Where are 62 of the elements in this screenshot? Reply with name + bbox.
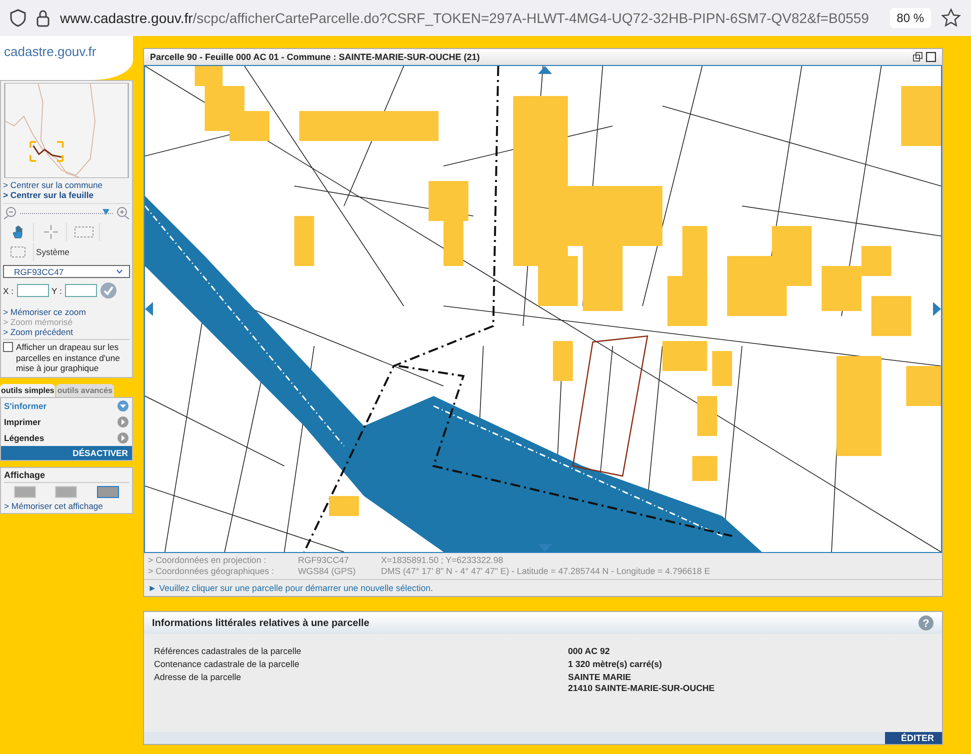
x-input-field[interactable] <box>16 284 49 297</box>
restore-window-icon[interactable] <box>913 52 923 62</box>
zoom-link[interactable]: > Mémoriser ce zoom <box>3 307 130 317</box>
hand-icon <box>11 225 25 239</box>
address-bar[interactable]: www.cadastre.gouv.fr/scpc/afficherCarteParcelle.do?CSRF_TOKEN=297A-HLWT-4MG4-UQ72-32HB-PIPN-6SM7-QV82&f=B0559 <box>60 10 880 26</box>
display-title: Affichage <box>4 470 129 482</box>
info-value: SAINTE MARIE <box>568 672 632 683</box>
chevron-down-icon <box>116 269 123 274</box>
zoom-level-badge[interactable]: 80 % <box>890 8 931 28</box>
coordinate-system: WGS84 (GPS) <box>298 566 357 577</box>
edit-button[interactable]: ÉDITER <box>884 732 942 744</box>
layout-mode-button[interactable] <box>14 486 36 498</box>
info-label: Références cadastrales de la parcelle <box>154 646 302 657</box>
x-label: X : <box>3 286 14 296</box>
coordinate-label: > Coordonnées en projection : <box>148 555 268 566</box>
tool-menu-item[interactable]: Légendes <box>1 430 132 446</box>
checkmark-button-icon[interactable] <box>100 282 117 299</box>
slider-thumb[interactable] <box>102 209 110 215</box>
center-link[interactable]: > Centrer sur la feuille <box>3 190 130 200</box>
coordinate-system: RGF93CC47 <box>298 555 350 566</box>
arrow-circle-icon <box>117 400 129 412</box>
map-window-title: Parcelle 90 - Feuille 000 AC 01 - Commune : SAINTE-MARIE-SUR-OUCHE (21) <box>150 52 480 62</box>
center-link[interactable]: > Centrer sur la commune <box>3 180 130 190</box>
site-logo[interactable]: cadastre.gouv.fr <box>0 36 133 80</box>
lock-icon <box>36 9 50 27</box>
dashed-box-icon <box>74 226 94 238</box>
save-display-link[interactable]: > Mémoriser cet affichage <box>4 500 129 510</box>
coordinate-label: > Coordonnées géographiques : <box>148 566 275 577</box>
y-label: Y : <box>52 286 62 296</box>
info-panel-title: Informations littérales relatives à une parcelle <box>152 618 370 628</box>
zoom-link[interactable]: > Zoom précédent <box>3 327 130 337</box>
tool-menu-item[interactable]: S'informer <box>1 398 132 414</box>
maximize-window-icon[interactable] <box>926 52 936 62</box>
instruction-message: ► Veuillez cliquer sur une parcelle pour démarrer une nouvelle sélection. <box>147 582 434 595</box>
y-input-field[interactable] <box>64 284 97 297</box>
zoom-in-icon[interactable] <box>116 206 130 220</box>
projection-dropdown[interactable]: RGF93CC47 <box>3 265 130 278</box>
tools-tab[interactable]: outils simples <box>0 384 56 396</box>
flag-checkbox[interactable] <box>3 342 13 352</box>
layout-mode-button[interactable] <box>97 486 120 498</box>
arrow-circle-icon <box>117 432 129 444</box>
coordinate-value: DMS (47° 17' 8" N - 4° 47' 47" E) - Latitude = 47.285744 N - Longitude = 4.796618 E <box>381 566 710 577</box>
dashed-box-icon <box>9 245 27 259</box>
info-value: 000 AC 92 <box>568 646 610 657</box>
star-icon[interactable] <box>941 8 961 28</box>
pan-right-icon[interactable] <box>933 302 941 316</box>
shield-icon <box>10 9 26 27</box>
flag-checkbox-label: Afficher un drapeau sur les parcelles en instance d'une mise à jour graphique <box>16 342 121 374</box>
info-label: Adresse de la parcelle <box>154 672 242 684</box>
overview-map-drawing[interactable] <box>3 83 130 178</box>
info-label: Contenance cadastrale de la parcelle <box>154 659 300 670</box>
system-label: Système <box>36 247 70 257</box>
crosshair-icon <box>43 224 59 240</box>
layout-mode-button[interactable] <box>55 486 78 498</box>
tool-menu-item[interactable]: Imprimer <box>1 414 132 430</box>
arrow-circle-icon <box>117 416 129 428</box>
coordinate-value: X=1835891.50 ; Y=6233322.98 <box>381 555 504 566</box>
zoom-out-icon[interactable] <box>3 206 17 220</box>
info-value: 1 320 mètre(s) carré(s) <box>568 659 662 670</box>
info-value: 21410 SAINTE-MARIE-SUR-OUCHE <box>568 683 715 694</box>
pan-left-icon[interactable] <box>145 302 153 316</box>
deactivate-button[interactable]: DÉSACTIVER <box>1 446 132 460</box>
